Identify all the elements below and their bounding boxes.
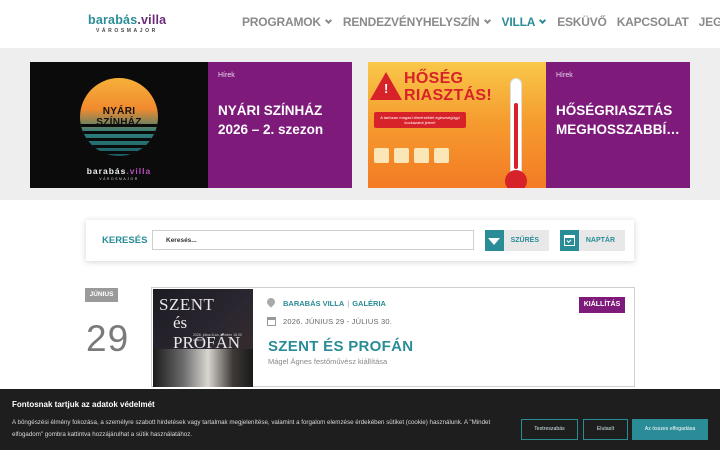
chevron-down-icon <box>483 16 491 25</box>
chevron-down-icon <box>324 16 332 25</box>
image-logo-subtitle: VÁROSMAJOR <box>99 177 139 181</box>
calendar-button[interactable]: NAPTÁR <box>560 230 625 251</box>
news-card-image: NYÁRI SZÍNHÁZ barabás.villa VÁROSMAJOR <box>30 62 208 188</box>
image-caption: NYÁRI SZÍNHÁZ <box>96 106 142 128</box>
nav-kapcsolat[interactable]: KAPCSOLAT <box>617 15 689 29</box>
advice-icons <box>374 148 449 163</box>
filter-button[interactable]: SZŰRÉS <box>485 230 549 251</box>
news-card-text: Hírek HŐSÉGRIASZTÁS MEGHOSSZABBÍ… <box>546 62 690 188</box>
nav-eskuvo[interactable]: ESKÜVŐ <box>557 15 607 29</box>
news-card-title[interactable]: NYÁRI SZÍNHÁZ 2026 – 2. szezon <box>218 101 342 139</box>
search-label: KERESÉS <box>102 235 148 246</box>
news-card-hosegriasztas[interactable]: ! HŐSÉG RIASZTÁS! A tartósan magas hőmér… <box>368 62 690 188</box>
water-icon <box>374 148 389 163</box>
logo-name: barabás.villa <box>88 13 167 27</box>
event-card[interactable]: SZENT és PROFÁN 2026. július 8-án, kedde… <box>151 287 635 387</box>
calendar-icon <box>560 230 579 251</box>
calendar-button-label: NAPTÁR <box>585 237 615 244</box>
calendar-icon <box>267 317 276 326</box>
event-location[interactable]: BARABÁS VILLA | GALÉRIA <box>283 299 386 308</box>
news-card-category: Hírek <box>218 72 235 79</box>
site-logo[interactable]: barabás.villa VÁROSMAJOR <box>88 13 166 34</box>
nav-jegy[interactable]: JEGY <box>699 15 720 29</box>
search-input[interactable] <box>152 230 474 250</box>
image-logo: barabás.villa <box>86 166 152 176</box>
chevron-down-icon <box>539 16 547 25</box>
filter-icon <box>485 230 504 251</box>
thermometer-icon <box>510 78 522 178</box>
event-category-badge: KIÁLLÍTÁS <box>579 297 625 313</box>
site-header: barabás.villa VÁROSMAJOR PROGRAMOK RENDE… <box>0 0 720 48</box>
news-card-nyari-szinhaz[interactable]: NYÁRI SZÍNHÁZ barabás.villa VÁROSMAJOR H… <box>30 62 352 188</box>
umbrella-icon <box>394 148 409 163</box>
nav-villa[interactable]: VILLA <box>502 15 548 29</box>
event-subtitle: Mágel Ágnes festőművész kiállítása <box>268 357 388 366</box>
cookie-text: A böngészési élmény fokozása, a személyr… <box>12 419 491 438</box>
home-icon <box>434 148 449 163</box>
logo-subtitle: VÁROSMAJOR <box>96 28 158 34</box>
cookie-accept-all-button[interactable]: Az összes elfogadása <box>632 419 708 440</box>
cookie-title: Fontosnak tartjuk az adatok védelmét <box>12 400 155 409</box>
image-caption: A tartósan magas hőmérséklet egészségügy… <box>374 112 466 128</box>
cookie-banner: Fontosnak tartjuk az adatok védelmét A b… <box>0 389 720 450</box>
event-day: 29 <box>86 318 130 359</box>
news-card-image: ! HŐSÉG RIASZTÁS! A tartósan magas hőmér… <box>368 62 546 188</box>
cookie-customize-button[interactable]: Testreszabás <box>521 419 578 440</box>
filter-button-label: SZŰRÉS <box>510 237 539 244</box>
news-card-category: Hírek <box>556 72 573 79</box>
cookie-reject-button[interactable]: Elutasít <box>583 419 628 440</box>
news-banner-area: NYÁRI SZÍNHÁZ barabás.villa VÁROSMAJOR H… <box>0 48 720 200</box>
sunset-graphic: NYÁRI SZÍNHÁZ <box>80 78 158 156</box>
event-month: JÚNIUS <box>85 288 118 302</box>
event-image: SZENT és PROFÁN 2026. július 8-án, kedde… <box>153 289 253 387</box>
image-title: HŐSÉG RIASZTÁS! <box>404 70 493 104</box>
news-card-text: Hírek NYÁRI SZÍNHÁZ 2026 – 2. szezon <box>208 62 352 188</box>
nav-rendezvenyhelyszin[interactable]: RENDEZVÉNYHELYSZÍN <box>343 15 492 29</box>
shirt-icon <box>414 148 429 163</box>
news-card-title[interactable]: HŐSÉGRIASZTÁS MEGHOSSZABBÍ… <box>556 101 680 139</box>
painting-graphic <box>153 349 253 387</box>
main-nav: PROGRAMOK RENDEZVÉNYHELYSZÍN VILLA ESKÜV… <box>242 15 720 29</box>
event-title[interactable]: SZENT ÉS PROFÁN <box>268 338 413 355</box>
location-pin-icon <box>265 296 277 308</box>
nav-programok[interactable]: PROGRAMOK <box>242 15 333 29</box>
event-dates: 2026. JÚNIUS 29 - JÚLIUS 30. <box>283 317 392 326</box>
search-panel: KERESÉS SZŰRÉS NAPTÁR <box>86 220 634 261</box>
